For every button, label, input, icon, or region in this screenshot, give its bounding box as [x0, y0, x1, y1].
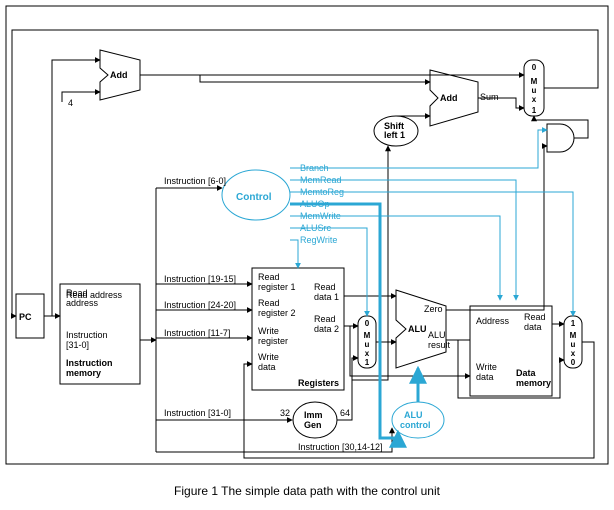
- mux-pcsrc: 0 Mux 1: [524, 60, 544, 116]
- svg-text:left 1: left 1: [384, 130, 405, 140]
- svg-text:Instruction [31-0]: Instruction [31-0]: [164, 408, 231, 418]
- svg-text:result: result: [428, 340, 451, 350]
- control-label: Control: [236, 192, 272, 203]
- svg-text:Instruction [11-7]: Instruction [11-7]: [164, 328, 230, 338]
- svg-text:Read: Read: [524, 312, 546, 322]
- svg-text:Add: Add: [110, 70, 128, 80]
- svg-text:data: data: [524, 322, 542, 332]
- svg-text:0: 0: [532, 63, 537, 72]
- svg-text:memory: memory: [516, 378, 551, 388]
- svg-text:Sum: Sum: [480, 92, 499, 102]
- svg-text:data: data: [258, 362, 276, 372]
- svg-text:Write: Write: [258, 326, 279, 336]
- svg-text:Address: Address: [476, 316, 510, 326]
- svg-text:32: 32: [280, 408, 290, 418]
- svg-text:register 2: register 2: [258, 308, 296, 318]
- svg-text:Instruction: Instruction: [66, 358, 113, 368]
- svg-text:Read: Read: [314, 314, 336, 324]
- svg-text:Instruction [19-15]: Instruction [19-15]: [164, 274, 236, 284]
- svg-text:RegWrite: RegWrite: [300, 235, 337, 245]
- svg-text:data 1: data 1: [314, 292, 339, 302]
- svg-text:control: control: [400, 420, 431, 430]
- svg-text:data 2: data 2: [314, 324, 339, 334]
- svg-text:x: x: [365, 349, 370, 358]
- svg-text:address: address: [66, 298, 99, 308]
- svg-text:1: 1: [571, 319, 576, 328]
- svg-text:Data: Data: [516, 368, 537, 378]
- svg-text:ALU: ALU: [408, 324, 427, 334]
- svg-text:u: u: [571, 340, 576, 349]
- svg-text:Read: Read: [258, 272, 280, 282]
- svg-text:ALU: ALU: [404, 410, 423, 420]
- svg-text:64: 64: [340, 408, 350, 418]
- mux-alusrc: 0 Mux 1: [358, 316, 376, 368]
- svg-text:Read: Read: [314, 282, 336, 292]
- svg-text:Instruction: Instruction: [66, 330, 108, 340]
- svg-text:M: M: [570, 331, 577, 340]
- svg-text:Read: Read: [66, 288, 88, 298]
- svg-text:Imm: Imm: [304, 410, 323, 420]
- mux-memtoreg: 1 Mux 0: [564, 316, 582, 368]
- svg-text:memory: memory: [66, 368, 101, 378]
- svg-text:Read: Read: [258, 298, 280, 308]
- svg-text:u: u: [365, 340, 370, 349]
- svg-text:Instruction [30,14-12]: Instruction [30,14-12]: [298, 442, 383, 452]
- svg-text:Gen: Gen: [304, 420, 322, 430]
- svg-text:register: register: [258, 336, 288, 346]
- svg-text:[31-0]: [31-0]: [66, 340, 89, 350]
- svg-text:Add: Add: [440, 93, 458, 103]
- svg-text:u: u: [532, 86, 537, 95]
- svg-text:ALU: ALU: [428, 330, 446, 340]
- svg-text:data: data: [476, 372, 494, 382]
- svg-text:Write: Write: [476, 362, 497, 372]
- svg-text:M: M: [364, 331, 371, 340]
- svg-text:1: 1: [365, 358, 370, 367]
- figure-caption: Figure 1 The simple data path with the c…: [174, 484, 441, 498]
- svg-text:Registers: Registers: [298, 378, 339, 388]
- svg-text:Zero: Zero: [424, 304, 443, 314]
- svg-text:0: 0: [571, 358, 576, 367]
- svg-text:4: 4: [68, 98, 73, 108]
- datapath-diagram: .thin{stroke:#000;stroke-width:1;fill:no…: [0, 0, 614, 510]
- svg-text:register 1: register 1: [258, 282, 296, 292]
- svg-text:x: x: [532, 95, 537, 104]
- svg-text:Instruction [6-0]: Instruction [6-0]: [164, 176, 226, 186]
- svg-text:1: 1: [532, 106, 537, 115]
- pc-label: PC: [19, 312, 32, 322]
- svg-text:Instruction [24-20]: Instruction [24-20]: [164, 300, 236, 310]
- and-gate-icon: [547, 124, 574, 152]
- svg-text:0: 0: [365, 319, 370, 328]
- svg-text:M: M: [531, 77, 538, 86]
- svg-text:x: x: [571, 349, 576, 358]
- svg-text:Write: Write: [258, 352, 279, 362]
